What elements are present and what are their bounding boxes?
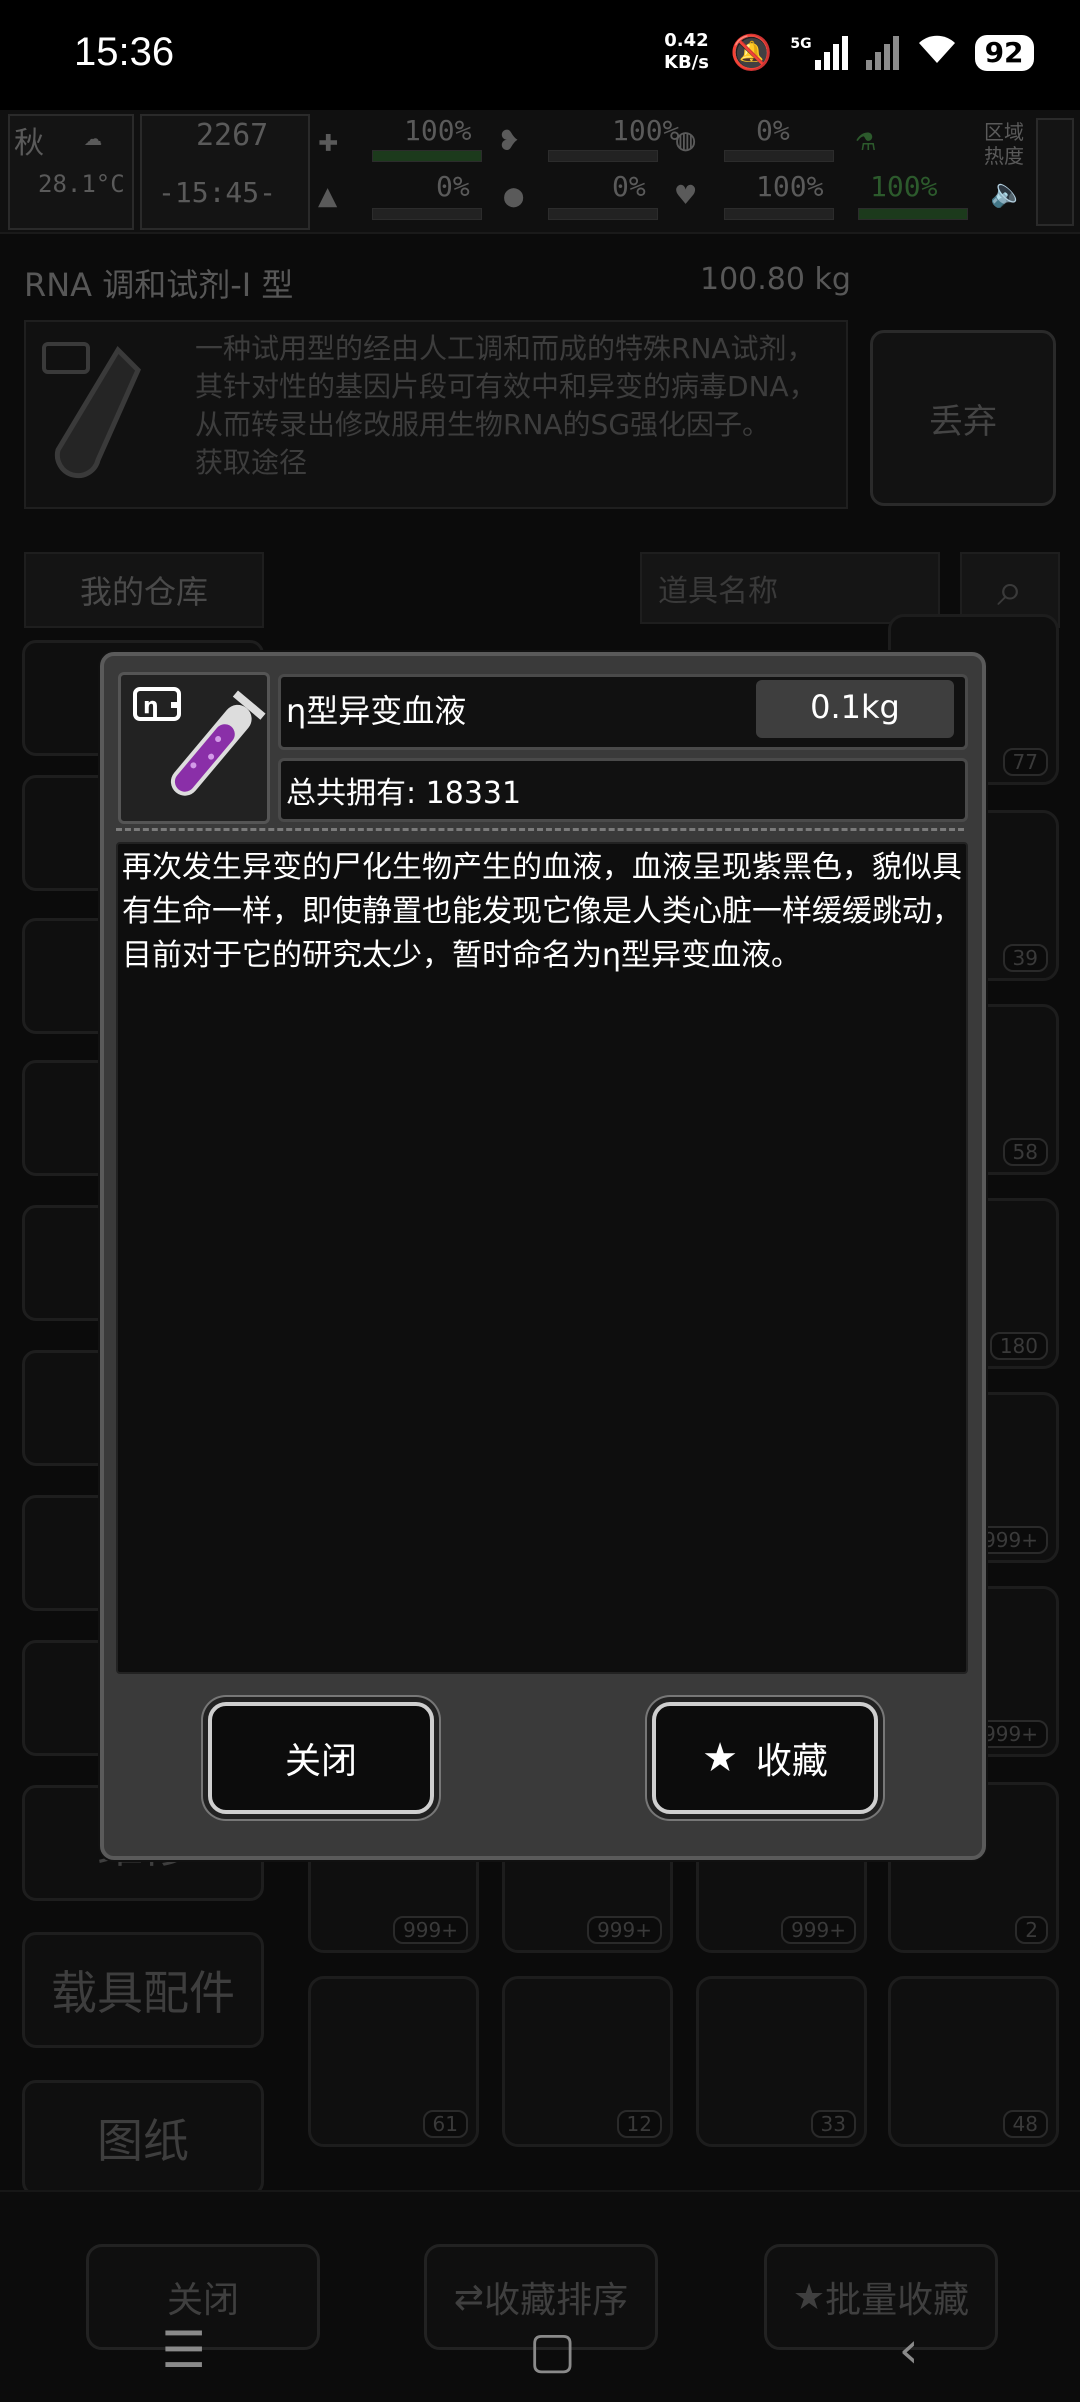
category-button[interactable]: 图纸 — [22, 2080, 264, 2196]
stat-blood: 0% — [612, 170, 646, 203]
search-input[interactable]: 道具名称 — [640, 552, 940, 624]
warehouse-tab[interactable]: 我的仓库 — [24, 552, 264, 628]
mute-bell-icon: 🔕 — [730, 33, 773, 73]
slot-count: 12 — [616, 2110, 662, 2138]
back-icon[interactable]: ‹ — [899, 2321, 919, 2379]
net-speed-unit: KB/s — [664, 52, 709, 73]
star-icon: ★ — [702, 1735, 738, 1781]
inventory-slot[interactable]: 48 — [888, 1976, 1059, 2147]
medkit-icon: ✚ — [318, 120, 339, 160]
battery-indicator: 92 — [974, 35, 1034, 71]
net-speed-value: 0.42 — [664, 30, 709, 51]
vial-liquid — [174, 724, 235, 792]
slot-count: 999+ — [781, 1916, 856, 1944]
day-counter: 2267 — [196, 118, 269, 153]
stat-energy: 100% — [870, 170, 938, 203]
system-nav-bar: ☰ ▢ ‹ — [0, 2300, 1080, 2400]
menu-icon[interactable]: ☰ — [161, 2321, 206, 2379]
signal-off-icon — [865, 36, 899, 70]
home-icon[interactable]: ▢ — [529, 2321, 576, 2379]
season-label: 秋 — [14, 126, 44, 161]
item-weight: 0.1kg — [810, 688, 900, 726]
vehicle-bar — [372, 208, 482, 220]
status-icons: 🔕 5G 92 — [730, 30, 1034, 76]
heart-icon: ♥ — [676, 176, 696, 214]
slot-count: 77 — [1002, 748, 1048, 776]
car-icon: ▲ — [318, 176, 338, 214]
energy-bar — [858, 208, 968, 220]
inventory-slot[interactable]: 12 — [502, 1976, 673, 2147]
net-speed: 0.42 KB/s — [664, 30, 709, 74]
bg-item-desc: 一种试用型的经由人工调和而成的特殊RNA试剂，其针对性的基因片段可有效中和异变的… — [195, 330, 835, 500]
stat-hunger: 100% — [612, 114, 680, 147]
item-description: 再次发生异变的尸化生物产生的血液，血液呈现紫黑色，貌似具有生命一样，即使静置也能… — [122, 850, 962, 973]
slot-count: 33 — [810, 2110, 856, 2138]
flask-item-icon — [38, 340, 168, 490]
favorite-label: 收藏 — [755, 1741, 828, 1782]
favorite-button[interactable]: ★ 收藏 — [652, 1702, 878, 1814]
cloud-icon: ☁ — [84, 118, 103, 153]
vial-badge: η — [143, 694, 159, 719]
close-label: 关闭 — [284, 1741, 357, 1782]
speaker-icon: 🔈 — [990, 176, 1025, 209]
stat-thirst: 0% — [756, 114, 790, 147]
signal-icon: 5G — [790, 36, 848, 70]
mood-bar — [724, 208, 834, 220]
owned-label: 总共拥有: — [286, 776, 417, 811]
owned-value: 18331 — [425, 776, 522, 811]
blood-bar — [548, 208, 658, 220]
game-hud: 秋 ☁ 28.1°C 2267 -15:45- ✚ 100% ▲ 0% ❥ 10… — [0, 110, 1080, 234]
flask-icon: ⚗ — [856, 120, 876, 158]
slot-count: 2 — [1015, 1916, 1048, 1944]
temperature: 28.1°C — [38, 170, 125, 198]
status-time: 15:36 — [74, 30, 175, 74]
stat-vehicle: 0% — [436, 170, 470, 203]
close-button[interactable]: 关闭 — [208, 1702, 434, 1814]
water-bottle-icon: ◍ — [676, 120, 696, 158]
item-name: η型异变血液 — [286, 692, 467, 730]
bg-item-desc-text: 一种试用型的经由人工调和而成的特殊RNA试剂，其针对性的基因片段可有效中和异变的… — [195, 332, 817, 441]
area-heat-label: 区域热度 — [984, 120, 1024, 168]
thirst-bar — [724, 150, 834, 162]
category-button[interactable]: 载具配件 — [22, 1932, 264, 2048]
wifi-icon — [917, 33, 957, 74]
slot-count: 61 — [422, 2110, 468, 2138]
slot-count: 180 — [989, 1332, 1048, 1360]
stat-health: 100% — [404, 114, 472, 147]
discard-button[interactable]: 丢弃 — [870, 330, 1056, 506]
blood-drop-icon: ● — [504, 176, 524, 214]
health-bar — [372, 150, 482, 162]
item-owned: 总共拥有: 18331 — [286, 768, 521, 812]
bg-item-title: RNA 调和试剂-I 型 — [24, 266, 294, 304]
heat-meter — [1036, 118, 1074, 226]
item-icon-frame: η — [118, 672, 270, 824]
inventory-slot[interactable]: 33 — [696, 1976, 867, 2147]
slot-count: 48 — [1002, 2110, 1048, 2138]
hunger-bar — [548, 150, 658, 162]
slot-count: 999+ — [587, 1916, 662, 1944]
dashed-divider — [116, 828, 964, 831]
bg-item-desc-more: 获取途径 — [195, 446, 308, 479]
category-label: 载具配件 — [51, 1966, 235, 2020]
slot-count: 58 — [1002, 1138, 1048, 1166]
inventory-slot[interactable]: 61 — [308, 1976, 479, 2147]
bg-item-weight: 100.80 kg — [700, 262, 851, 297]
slot-count: 999+ — [393, 1916, 468, 1944]
slot-count: 39 — [1002, 944, 1048, 972]
blood-vial-icon: η — [133, 687, 266, 796]
stomach-icon: ❥ — [500, 120, 520, 158]
network-type: 5G — [790, 36, 812, 52]
category-label: 图纸 — [97, 2114, 189, 2168]
game-clock: -15:45- — [158, 176, 277, 209]
stat-mood: 100% — [756, 170, 824, 203]
